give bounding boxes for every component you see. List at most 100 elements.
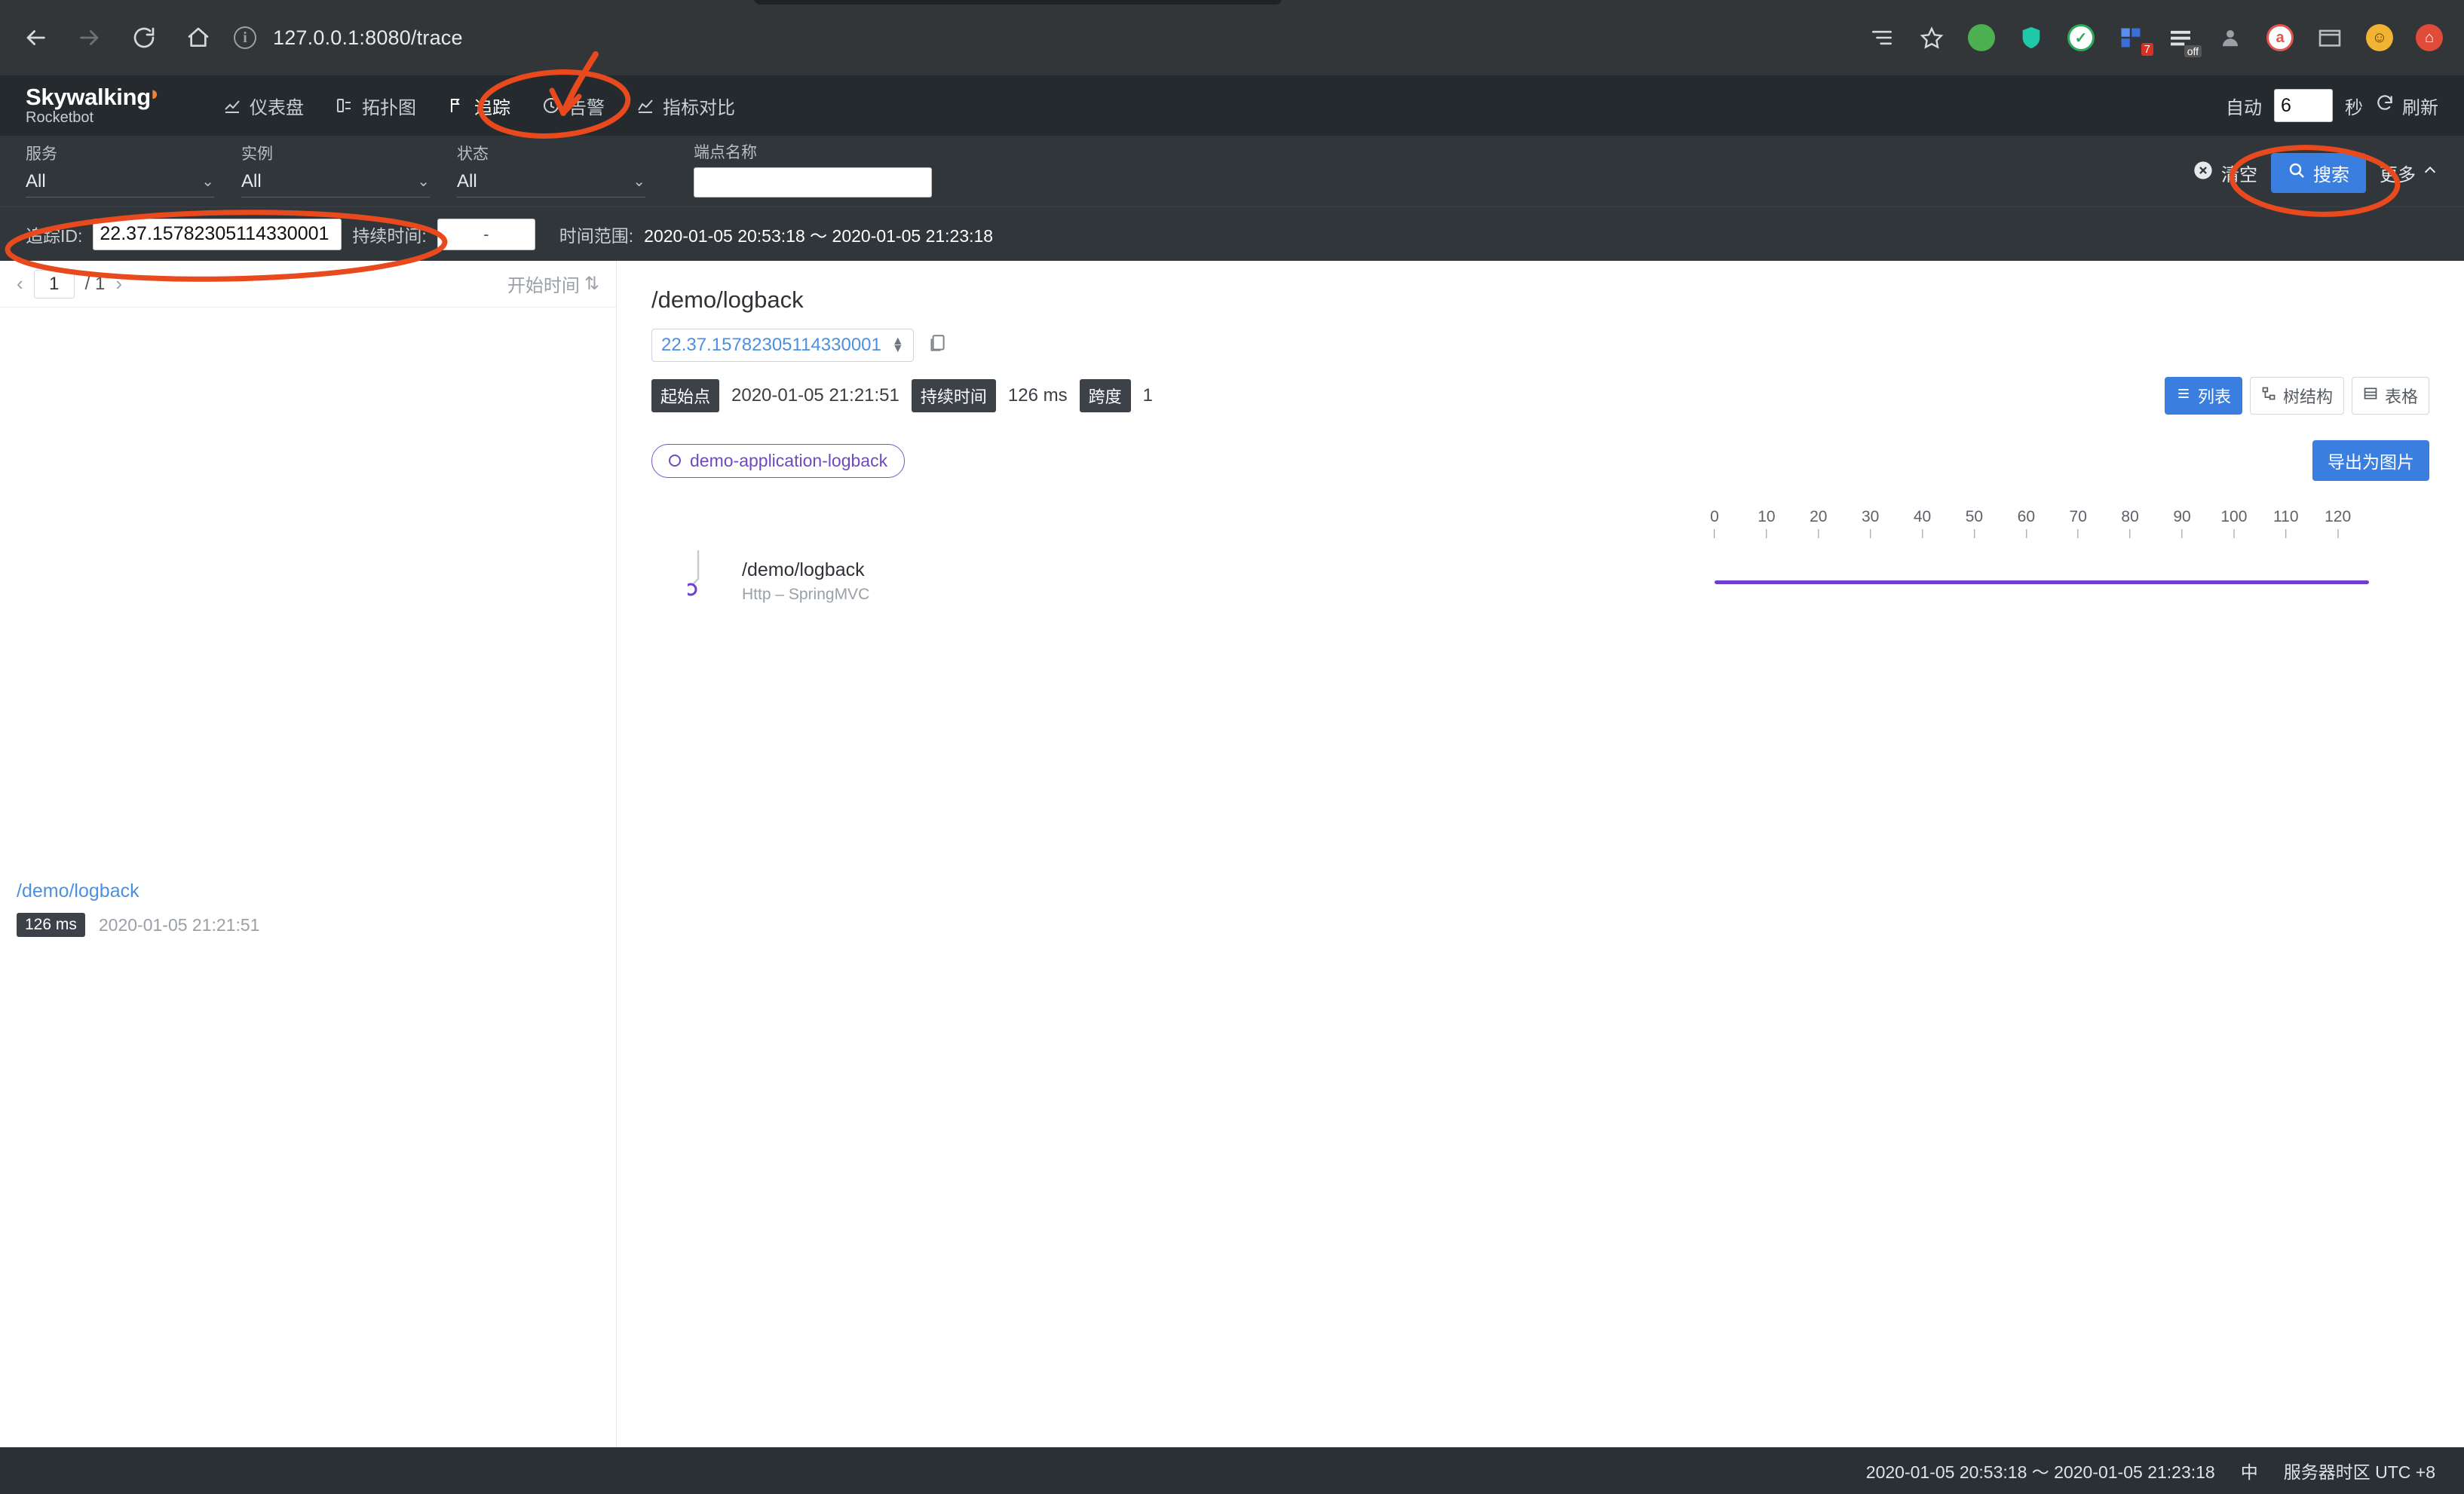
nav-item-topology[interactable]: 拓扑图 — [323, 86, 428, 126]
axis-tick-label: 80 — [2121, 508, 2138, 525]
trace-meta-row: 起始点 2020-01-05 21:21:51 持续时间 126 ms 跨度 1… — [651, 377, 2429, 415]
trace-item-duration-badge: 126 ms — [17, 913, 85, 937]
refresh-button[interactable]: 刷新 — [2375, 93, 2438, 119]
sort-label: 开始时间 — [507, 271, 580, 297]
filter-status: 状态 All ⌄ — [457, 142, 645, 197]
profile-avatar[interactable]: ☺ — [2364, 23, 2395, 53]
footer-language[interactable]: 中 — [2241, 1458, 2258, 1483]
trace-id-input[interactable]: 22.37.15782305114330001 — [93, 219, 342, 250]
nav-item-dashboard[interactable]: 仪表盘 — [211, 86, 316, 126]
extension-check-circle-icon[interactable]: ✓ — [2066, 23, 2096, 53]
extension-window-icon[interactable] — [2315, 23, 2345, 53]
footer-timezone: 服务器时区 UTC +8 — [2284, 1458, 2435, 1483]
url-text: 127.0.0.1:8080/trace — [273, 26, 463, 50]
axis-tick-label: 110 — [2273, 508, 2298, 525]
status-bar: 2020-01-05 20:53:18 ～ 2020-01-05 21:23:1… — [0, 1447, 2464, 1494]
address-bar[interactable]: i 127.0.0.1:8080/trace — [234, 17, 1852, 59]
app-logo[interactable]: Skywalking ◗ Rocketbot — [26, 85, 176, 127]
trace-icon — [448, 96, 466, 115]
extension-shield-icon[interactable] — [2016, 23, 2046, 53]
extension-toggle-icon[interactable]: off — [2165, 23, 2196, 53]
home-icon[interactable] — [182, 22, 214, 54]
span-bar[interactable] — [1715, 580, 2369, 584]
trace-list-pane: ‹ 1 / 1 › 开始时间 ⇅ /demo/logback 126 ms 20… — [0, 261, 617, 1447]
axis-tick-label: 70 — [2070, 508, 2087, 525]
forward-arrow-icon[interactable] — [74, 22, 106, 54]
next-page-icon[interactable]: › — [115, 272, 122, 295]
main-content: ‹ 1 / 1 › 开始时间 ⇅ /demo/logback 126 ms 20… — [0, 261, 2464, 1447]
tab-tree-view[interactable]: 树结构 — [2250, 377, 2344, 415]
span-component: Http – SpringMVC — [742, 586, 869, 604]
duration-input[interactable]: - — [437, 219, 535, 250]
extension-green-circle-icon[interactable] — [1966, 23, 1997, 53]
axis-tick: 40 — [1914, 508, 1931, 538]
nav-item-compare[interactable]: 指标对比 — [624, 86, 747, 126]
filter-instance-label: 实例 — [241, 142, 430, 164]
more-label: 更多 — [2380, 160, 2416, 186]
start-time-tag: 起始点 — [651, 379, 719, 412]
tab-table-view[interactable]: 表格 — [2352, 377, 2429, 415]
menu-icon[interactable]: ⌂ — [2414, 23, 2444, 53]
sort-by-start-time[interactable]: 开始时间 ⇅ — [507, 271, 599, 297]
span-row[interactable]: /demo/logback Http – SpringMVC — [651, 561, 2429, 629]
axis-tick: 100 — [2220, 508, 2247, 538]
nav-item-dashboard-label: 仪表盘 — [250, 93, 304, 119]
tab-list-view[interactable]: 列表 — [2165, 377, 2242, 415]
extension-icons: ✓ 7 off a ☺ ⌂ — [1867, 23, 2444, 53]
extension-red-circle-icon[interactable]: a — [2265, 23, 2295, 53]
filter-service-value: All — [26, 171, 46, 192]
back-arrow-icon[interactable] — [20, 22, 51, 54]
bookmark-star-icon[interactable] — [1917, 23, 1947, 53]
extension-badge-icon[interactable]: 7 — [2116, 23, 2146, 53]
prev-page-icon[interactable]: ‹ — [17, 272, 23, 295]
search-button[interactable]: 搜索 — [2271, 153, 2366, 193]
auto-refresh-label: 自动 — [2226, 93, 2262, 119]
axis-tick-mark — [1766, 529, 1767, 538]
extension-badge-count: 7 — [2141, 43, 2153, 56]
auto-refresh-interval-input[interactable] — [2274, 89, 2333, 122]
filter-bar: 服务 All ⌄ 实例 All ⌄ 状态 All ⌄ 端点名称 清空 — [0, 136, 2464, 207]
search-icon — [2288, 161, 2306, 185]
page-number-input[interactable]: 1 — [34, 270, 75, 298]
export-image-button[interactable]: 导出为图片 — [2312, 440, 2429, 481]
trace-id-selected-value: 22.37.15782305114330001 — [661, 335, 881, 356]
nav-item-trace[interactable]: 追踪 — [436, 86, 523, 126]
axis-tick: 50 — [1966, 508, 1983, 538]
list-item[interactable]: /demo/logback 126 ms 2020-01-05 21:21:51 — [17, 308, 599, 937]
axis-tick: 10 — [1758, 508, 1775, 538]
more-button[interactable]: 更多 — [2380, 160, 2438, 186]
filter-instance-select[interactable]: All ⌄ — [241, 166, 430, 197]
service-dot-icon — [669, 455, 681, 467]
tree-icon — [2261, 386, 2276, 406]
service-legend-item[interactable]: demo-application-logback — [651, 444, 905, 478]
copy-icon[interactable] — [927, 333, 947, 358]
axis-tick-mark — [2181, 529, 2182, 538]
filter-service-select[interactable]: All ⌄ — [26, 166, 214, 197]
endpoint-name-input[interactable] — [694, 167, 932, 197]
duration-input-value: - — [483, 225, 489, 244]
list-icon — [2176, 386, 2191, 406]
filter-endpoint-label: 端点名称 — [694, 140, 932, 163]
reader-list-icon[interactable] — [1867, 23, 1897, 53]
extension-person-icon[interactable] — [2215, 23, 2245, 53]
time-range-label: 时间范围: — [559, 222, 633, 247]
trace-id-input-value: 22.37.15782305114330001 — [100, 223, 329, 245]
nav-item-alarm[interactable]: 告警 — [530, 86, 617, 126]
auto-refresh-unit: 秒 — [2345, 93, 2363, 119]
tab-table-view-label: 表格 — [2385, 384, 2418, 408]
nav-item-trace-label: 追踪 — [474, 93, 510, 119]
axis-tick-label: 20 — [1810, 508, 1827, 525]
clear-button[interactable]: 清空 — [2193, 160, 2257, 186]
clear-label: 清空 — [2221, 160, 2257, 186]
dashboard-icon — [223, 96, 241, 115]
filter-actions: 清空 搜索 更多 — [2193, 153, 2438, 197]
page-number-value: 1 — [49, 274, 59, 295]
axis-tick-mark — [1974, 529, 1975, 538]
trace-item-name[interactable]: /demo/logback — [17, 880, 599, 902]
time-range-value[interactable]: 2020-01-05 20:53:18 ～ 2020-01-05 21:23:1… — [644, 222, 993, 247]
trace-id-selector[interactable]: 22.37.15782305114330001 ▲▼ — [651, 329, 914, 362]
site-info-icon[interactable]: i — [234, 26, 256, 49]
reload-icon[interactable] — [128, 22, 160, 54]
extension-toggle-state: off — [2184, 45, 2202, 57]
filter-status-select[interactable]: All ⌄ — [457, 166, 645, 197]
